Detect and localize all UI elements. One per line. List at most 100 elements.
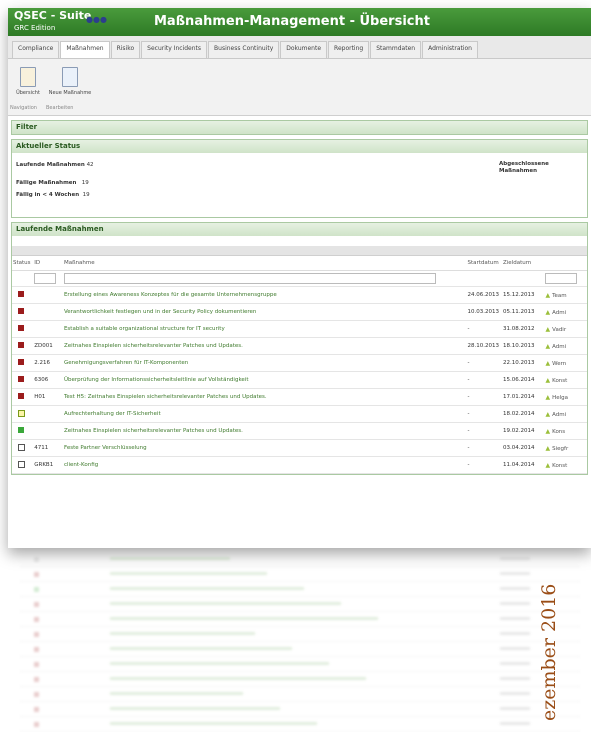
user-cell: Team — [544, 286, 587, 304]
status-cell — [12, 439, 34, 457]
id-filter-input[interactable] — [34, 273, 57, 284]
target-cell: 11.04.2014 — [502, 456, 545, 474]
new-measure-button-label: Neue Maßnahme — [48, 90, 92, 96]
id-cell: 2.216 — [33, 354, 63, 372]
closed-label: Abgeschlossene Maßnahmen — [499, 161, 549, 174]
start-cell: 28.10.2013 — [466, 337, 503, 355]
tab-administration[interactable]: Administration — [422, 41, 478, 58]
status-cell — [12, 456, 34, 474]
col-id[interactable]: ID — [33, 256, 63, 271]
overview-button[interactable]: Übersicht — [10, 67, 46, 96]
tab-risiko[interactable]: Risiko — [110, 41, 141, 58]
target-cell: 17.01.2014 — [502, 388, 545, 406]
measure-cell-text: Genehmigungsverfahren für IT-Komponenten — [63, 360, 189, 366]
status-cell — [12, 320, 34, 338]
ribbon-toolbar: Übersicht Neue Maßnahme Navigation Bearb… — [8, 59, 591, 116]
status-summary: Laufende Maßnahmen 42 Fällige Maßnahmen … — [12, 153, 587, 217]
start-cell-text: - — [467, 360, 470, 366]
reflection-row — [20, 702, 580, 717]
table-row[interactable]: Aufrechterhaltung der IT-Sicherheit - 18.0… — [12, 405, 587, 423]
table-row[interactable]: GRKB1 client-Konfig - 11.04.2014 Konst — [12, 456, 587, 474]
measure-cell[interactable]: Verantwortlichkeit festlegen und in der … — [62, 303, 467, 321]
measure-cell[interactable]: Aufrechterhaltung der IT-Sicherheit — [62, 405, 467, 423]
user-cell-text: Konst — [545, 463, 567, 469]
status-indicator-icon — [18, 460, 25, 468]
table-row[interactable]: Establish a suitable organizational stru… — [12, 320, 587, 338]
reflection-row — [20, 612, 580, 627]
measure-cell[interactable]: Zeitnahes Einspielen sicherheitsrelevant… — [62, 422, 467, 440]
tab-business-continuity[interactable]: Business Continuity — [208, 41, 280, 58]
status-cell — [12, 354, 34, 372]
user-cell: Konst — [544, 456, 587, 474]
app-name: QSEC - Suite — [14, 9, 92, 22]
status-cell — [12, 337, 34, 355]
col-target[interactable]: Zieldatum — [502, 256, 545, 271]
measure-cell[interactable]: Überprüfung der Informationssicherheitsl… — [62, 371, 467, 389]
status-indicator-icon — [18, 409, 25, 417]
start-cell: - — [466, 456, 503, 474]
ribbon-group-edit: Bearbeiten — [46, 105, 74, 111]
tab-compliance[interactable]: Compliance — [12, 41, 60, 58]
status-panel: Aktueller Status Laufende Maßnahmen 42 F… — [11, 139, 588, 218]
reflection-row — [20, 672, 580, 687]
status-cell — [12, 286, 34, 304]
new-measure-button[interactable]: Neue Maßnahme — [48, 67, 92, 96]
id-cell — [33, 286, 63, 304]
measures-table-body: Erstellung eines Awareness Konzeptes für… — [12, 286, 587, 474]
status-panel-title: Aktueller Status — [12, 140, 587, 153]
col-measure[interactable]: Maßnahme — [62, 256, 467, 271]
user-filter-input[interactable] — [545, 273, 578, 284]
table-row[interactable]: 6306 Überprüfung der Informationssicherhe… — [12, 371, 587, 389]
table-row[interactable]: Erstellung eines Awareness Konzeptes für… — [12, 286, 587, 304]
table-row[interactable]: Verantwortlichkeit festlegen und in der … — [12, 303, 587, 321]
tab-dokumente[interactable]: Dokumente — [280, 41, 328, 58]
measure-cell[interactable]: Establish a suitable organizational stru… — [62, 320, 467, 338]
status-indicator-icon — [18, 291, 24, 297]
measure-cell[interactable]: Feste Partner Verschlüsselung — [62, 439, 467, 457]
user-cell-text: Team — [545, 293, 566, 299]
status-indicator-icon — [18, 376, 24, 382]
table-row[interactable]: H01 Test H5: Zeitnahes Einspielen sicherh… — [12, 388, 587, 406]
status-indicator-icon — [18, 427, 24, 433]
filter-panel[interactable]: Filter — [11, 120, 588, 135]
table-row[interactable]: 4711 Feste Partner Verschlüsselung - 03.04.… — [12, 439, 587, 457]
app-header: QSEC - Suite GRC Edition ●●● Maßnahmen-M… — [8, 8, 591, 36]
brand-badge: ●●● — [86, 15, 107, 24]
col-start[interactable]: Startdatum — [466, 256, 503, 271]
start-cell: - — [466, 371, 503, 389]
table-row[interactable]: 2.216 Genehmigungsverfahren für IT-Kompon… — [12, 354, 587, 372]
target-cell-text: 17.01.2014 — [503, 394, 535, 400]
status-indicator-icon — [18, 443, 25, 451]
page-caption: ezember 2016 — [522, 584, 562, 721]
measure-cell[interactable]: client-Konfig — [62, 456, 467, 474]
tab-stammdaten[interactable]: Stammdaten — [370, 41, 422, 58]
faded-reflection — [20, 552, 580, 732]
tab-security-incidents[interactable]: Security Incidents — [141, 41, 208, 58]
running-label: Laufende Maßnahmen — [16, 162, 85, 168]
measure-filter-input[interactable] — [63, 273, 436, 284]
tab-reporting[interactable]: Reporting — [328, 41, 370, 58]
measure-cell[interactable]: Test H5: Zeitnahes Einspielen sicherheit… — [62, 388, 467, 406]
status-cell — [12, 371, 34, 389]
reflection-row — [20, 627, 580, 642]
id-cell-text: 2.216 — [34, 360, 50, 366]
measure-cell[interactable]: Zeitnahes Einspielen sicherheitsrelevant… — [62, 337, 467, 355]
reflection-row — [20, 687, 580, 702]
app-edition: GRC Edition — [14, 24, 56, 32]
measure-cell[interactable]: Erstellung eines Awareness Konzeptes für… — [62, 286, 467, 304]
tab-massnahmen[interactable]: Maßnahmen — [60, 41, 110, 58]
measures-table: Status ID Maßnahme Startdatum Zieldatum … — [12, 256, 587, 474]
target-cell-text: 19.02.2014 — [503, 428, 535, 434]
filter-panel-title[interactable]: Filter — [12, 121, 587, 134]
table-row[interactable]: Zeitnahes Einspielen sicherheitsrelevant… — [12, 422, 587, 440]
status-indicator-icon — [18, 342, 24, 348]
start-cell: - — [466, 439, 503, 457]
target-cell: 15.06.2014 — [502, 371, 545, 389]
measure-cell[interactable]: Genehmigungsverfahren für IT-Komponenten — [62, 354, 467, 372]
col-status[interactable]: Status — [12, 256, 34, 271]
due4-value: 19 — [82, 192, 90, 198]
running-measures-title: Laufende Maßnahmen — [12, 223, 587, 236]
user-cell: Konst — [544, 371, 587, 389]
table-row[interactable]: ZD001 Zeitnahes Einspielen sicherheitsrel… — [12, 337, 587, 355]
start-cell-text: - — [467, 326, 470, 332]
